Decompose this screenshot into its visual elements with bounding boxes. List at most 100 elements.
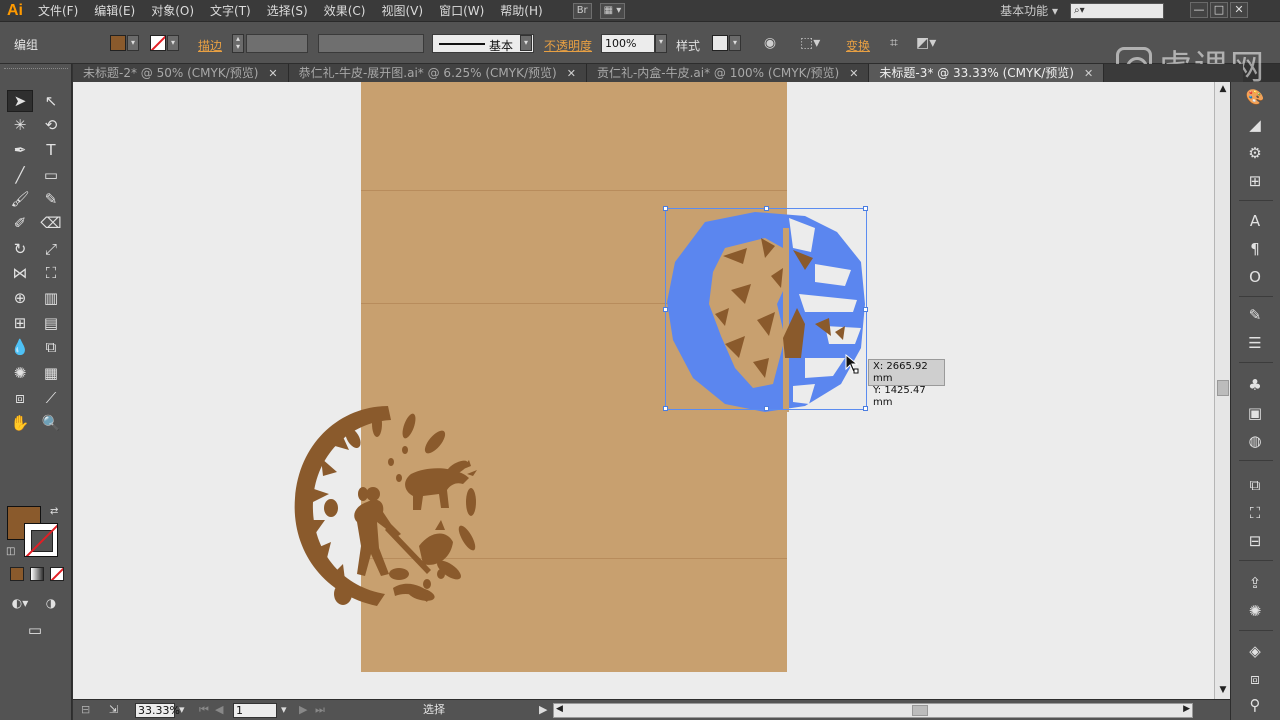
- fill-dropdown-icon[interactable]: ▾: [127, 35, 139, 51]
- tab-close-icon[interactable]: ✕: [849, 67, 858, 80]
- stroke-dropdown-icon[interactable]: ▾: [167, 35, 179, 51]
- brush-dropdown-icon[interactable]: ▾: [520, 35, 532, 51]
- isolate-icon[interactable]: ⌗: [884, 34, 904, 53]
- search-input[interactable]: ⌕▾: [1070, 3, 1164, 19]
- tab-gongrenli-unfold[interactable]: 恭仁礼-牛皮-展开图.ai* @ 6.25% (CMYK/预览) ✕: [288, 64, 587, 82]
- farming-illustration-artwork[interactable]: [281, 398, 495, 612]
- blend-tool-icon[interactable]: ⧉: [38, 336, 64, 358]
- mesh-tool-icon[interactable]: ⊞: [7, 312, 33, 334]
- prev-artboard-icon[interactable]: ◀: [215, 703, 223, 718]
- eyedropper-tool-icon[interactable]: 💧: [7, 336, 33, 358]
- resize-handle-top-left[interactable]: [663, 206, 668, 211]
- paragraph-panel-icon[interactable]: ¶: [1243, 238, 1267, 260]
- type-tool-icon[interactable]: T: [38, 139, 64, 161]
- stroke-color-box[interactable]: [24, 523, 58, 557]
- hand-tool-icon[interactable]: ✋: [7, 412, 33, 434]
- panel-options-icon[interactable]: ◩▾: [916, 34, 936, 53]
- resize-handle-right[interactable]: [863, 307, 868, 312]
- document-canvas[interactable]: X: 2665.92 mm Y: 1425.47 mm: [73, 82, 1214, 699]
- screen-mode-icon[interactable]: ▭: [22, 619, 48, 641]
- workspace-switcher[interactable]: 基本功能 ▾: [1000, 0, 1058, 22]
- menu-effect[interactable]: 效果(C): [316, 0, 374, 22]
- color-guide-icon[interactable]: ◢: [1243, 114, 1267, 136]
- asset-export-icon[interactable]: ⇪: [1243, 572, 1267, 594]
- menu-window[interactable]: 窗口(W): [431, 0, 492, 22]
- tab-untitled-2[interactable]: 未标题-2* @ 50% (CMYK/预览) ✕: [73, 64, 289, 82]
- artboard-number-field[interactable]: 1: [233, 703, 277, 718]
- menu-type[interactable]: 文字(T): [202, 0, 259, 22]
- maximize-button[interactable]: □: [1210, 2, 1228, 18]
- stroke-none-swatch[interactable]: [150, 35, 166, 51]
- swap-colors-icon[interactable]: ⇄: [50, 506, 58, 517]
- scroll-left-icon[interactable]: ◀: [556, 704, 563, 714]
- resize-handle-left[interactable]: [663, 307, 668, 312]
- pencil-tool-icon[interactable]: ✎: [38, 188, 64, 210]
- menu-help[interactable]: 帮助(H): [492, 0, 550, 22]
- brushes-panel-icon[interactable]: ✎: [1243, 304, 1267, 326]
- toolbar-grip[interactable]: [4, 68, 68, 73]
- resize-handle-bottom-right[interactable]: [863, 406, 868, 411]
- minimize-button[interactable]: —: [1190, 2, 1208, 18]
- color-mode-button[interactable]: [10, 567, 24, 581]
- style-dropdown-icon[interactable]: ▾: [729, 35, 741, 51]
- shape-builder-tool-icon[interactable]: ⊕: [7, 287, 33, 309]
- horizontal-scroll-thumb[interactable]: [912, 705, 928, 716]
- opacity-dropdown-icon[interactable]: ▾: [655, 34, 667, 53]
- draw-mode-icon[interactable]: ◐▾: [7, 592, 33, 614]
- opentype-panel-icon[interactable]: O: [1243, 266, 1267, 288]
- transform-panel-icon[interactable]: ⛶: [1243, 502, 1267, 524]
- transparency-panel-icon[interactable]: ◍: [1243, 430, 1267, 452]
- pen-tool-icon[interactable]: ✒: [7, 139, 33, 161]
- gradient-tool-icon[interactable]: ▤: [38, 312, 64, 334]
- free-transform-tool-icon[interactable]: ⛶: [38, 262, 64, 284]
- artboard-dropdown-icon[interactable]: ▾: [281, 703, 287, 718]
- brush-definition-dropdown[interactable]: 基本: [432, 34, 534, 53]
- none-mode-button[interactable]: [50, 567, 64, 581]
- next-artboard-icon[interactable]: ▶: [299, 703, 307, 718]
- artboard-tool-icon[interactable]: ⧈: [7, 387, 33, 409]
- width-tool-icon[interactable]: ⋈: [7, 262, 33, 284]
- blob-brush-tool-icon[interactable]: ✐: [7, 212, 33, 234]
- variable-width-profile[interactable]: [318, 34, 424, 53]
- scale-tool-icon[interactable]: ⤢: [38, 238, 64, 260]
- resize-handle-bottom-left[interactable]: [663, 406, 668, 411]
- align-panel-icon[interactable]: ⊟: [1243, 530, 1267, 552]
- scroll-up-icon[interactable]: ▲: [1217, 84, 1229, 96]
- tab-close-icon[interactable]: ✕: [1084, 67, 1093, 80]
- menu-edit[interactable]: 编辑(E): [86, 0, 143, 22]
- eraser-tool-icon[interactable]: ⌫: [38, 212, 64, 234]
- vertical-scroll-thumb[interactable]: [1217, 380, 1229, 396]
- resize-handle-top[interactable]: [764, 206, 769, 211]
- column-graph-tool-icon[interactable]: ▦: [38, 362, 64, 384]
- swatches-panel-icon[interactable]: ⊞: [1243, 170, 1267, 192]
- direct-selection-tool-icon[interactable]: ↖: [38, 90, 64, 112]
- resize-handle-top-right[interactable]: [863, 206, 868, 211]
- first-artboard-icon[interactable]: ⏮: [199, 703, 209, 718]
- zoom-level-field[interactable]: 33.33%: [135, 703, 180, 718]
- gradient-mode-button[interactable]: [30, 567, 44, 581]
- graphic-styles-icon[interactable]: ✺: [1243, 600, 1267, 622]
- gradient-panel-icon[interactable]: ▣: [1243, 402, 1267, 424]
- resize-handle-bottom[interactable]: [764, 406, 769, 411]
- opacity-label-link[interactable]: 不透明度: [544, 37, 592, 54]
- artboard-nav-icon[interactable]: ⊟: [81, 703, 90, 718]
- stroke-label-link[interactable]: 描边: [198, 37, 222, 54]
- bridge-button[interactable]: Br: [572, 2, 592, 19]
- selection-bounding-box[interactable]: [663, 206, 868, 411]
- magic-wand-tool-icon[interactable]: ✳: [7, 114, 33, 136]
- last-artboard-icon[interactable]: ⏭: [315, 703, 325, 718]
- align-icon[interactable]: ⬚▾: [800, 34, 820, 53]
- scroll-down-icon[interactable]: ▼: [1217, 685, 1229, 697]
- stroke-weight-field[interactable]: [246, 34, 308, 53]
- menu-object[interactable]: 对象(O): [143, 0, 202, 22]
- rotate-tool-icon[interactable]: ↻: [7, 238, 33, 260]
- lasso-tool-icon[interactable]: ⟲: [38, 114, 64, 136]
- arrange-documents-icon[interactable]: ▦ ▾: [599, 2, 626, 19]
- rectangle-tool-icon[interactable]: ▭: [38, 164, 64, 186]
- close-button[interactable]: ✕: [1230, 2, 1248, 18]
- artboards-panel-icon[interactable]: ⧈: [1243, 668, 1267, 690]
- zoom-tool-icon[interactable]: 🔍: [38, 412, 64, 434]
- status-menu-icon[interactable]: ▶: [539, 703, 547, 718]
- paintbrush-tool-icon[interactable]: 🖌: [7, 188, 33, 210]
- pathfinder-panel-icon[interactable]: ⧉: [1243, 474, 1267, 496]
